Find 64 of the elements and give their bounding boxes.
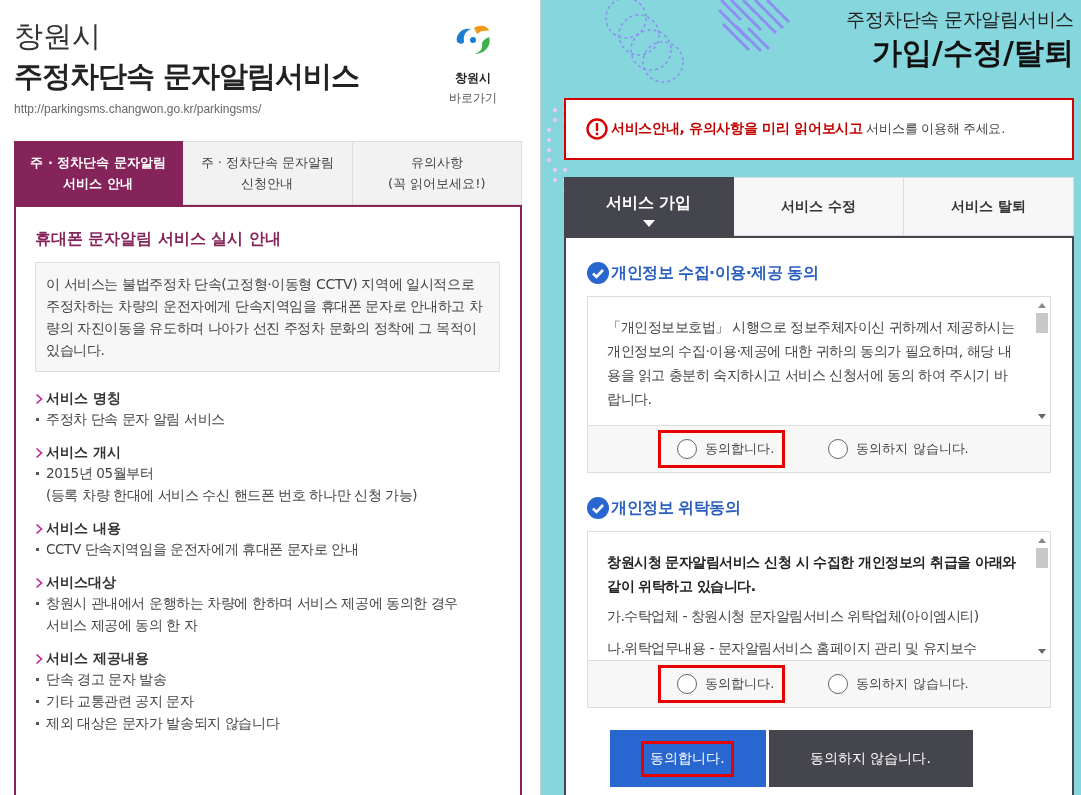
- radio-option[interactable]: 동의하지 않습니다.: [809, 665, 980, 703]
- bullet-icon: [36, 548, 39, 551]
- disagree-button[interactable]: 동의하지 않습니다.: [768, 730, 973, 787]
- list-item: 제외 대상은 문자가 발송되지 않습니다: [46, 714, 280, 733]
- city-logo-icon: [454, 24, 492, 56]
- chevron-icon: [35, 393, 43, 405]
- tab[interactable]: 서비스 가입: [564, 177, 734, 236]
- radio-option[interactable]: 동의하지 않습니다.: [809, 430, 980, 468]
- chevron-icon: [35, 577, 43, 589]
- check-circle-icon: [587, 262, 609, 284]
- list-item: 서비스 제공에 동의 한 자: [46, 616, 199, 635]
- section-title: 서비스 개시: [46, 444, 121, 462]
- tab[interactable]: 주 · 정차단속 문자알림 서비스 안내: [14, 141, 184, 205]
- section-title: 서비스 제공내용: [46, 650, 149, 668]
- city-homepage-link[interactable]: 창원시 바로가기: [438, 24, 508, 141]
- notice-text: 서비스안내, 유의사항을 미리 읽어보시고 서비스를 이용해 주세요.: [611, 120, 1005, 138]
- section-title: 서비스 내용: [46, 520, 121, 538]
- warning-icon: [586, 118, 608, 140]
- intro-text: 이 서비스는 불법주정차 단속(고정형·이동형 CCTV) 지역에 일시적으로 주정차하는 차량의 운전자에게 단속지역임을 휴대폰 문자로 안내하고 차량의 자진이동을 유도하며 나아가 선진 주정차 문화의 정착에 그 목적이 있습니다.: [35, 262, 500, 372]
- scroll-thumb[interactable]: [1036, 313, 1048, 333]
- chevron-icon: [35, 447, 43, 459]
- url-text: http://parkingsms.changwon.go.kr/parkingsms/: [14, 102, 263, 116]
- scroll-down-icon: [1038, 414, 1046, 419]
- radio-option[interactable]: 동의합니다.: [658, 665, 786, 703]
- terms-text: 가.수탁업체 - 창원시청 문자알림서비스 위탁업체(아이엠시티): [607, 607, 980, 626]
- page-subtitle: 주정차단속 문자알림서비스: [845, 8, 1074, 30]
- terms-text: 「개인정보보호법」 시행으로 정보주체자이신 귀하께서 제공하시는 개인정보의 수집·이용·제공에 대한 귀하의 동의가 필요하며, 해당 내용을 읽고 충분히 숙지하시고 서비스 신청서에 동의 하여 주시기 바랍니다.: [607, 318, 1016, 409]
- terms-text: 창원시청 문자알림서비스 신청 시 수집한 개인정보의 취급을 아래와 같이 위탁하고 있습니다.: [607, 553, 1016, 596]
- bullet-icon: [36, 722, 39, 725]
- chevron-icon: [35, 653, 43, 665]
- section-title: 서비스 명칭: [46, 390, 121, 408]
- tab[interactable]: 서비스 탈퇴: [904, 177, 1074, 236]
- scroll-up-icon: [1038, 303, 1046, 308]
- list-item: 기타 교통관련 공지 문자: [46, 692, 194, 711]
- scroll-down-icon: [1038, 649, 1046, 654]
- list-item: 주정차 단속 문자 알림 서비스: [46, 410, 225, 429]
- check-circle-icon: [587, 497, 609, 519]
- agree-button[interactable]: 동의합니다.: [609, 730, 766, 787]
- bullet-icon: [36, 602, 39, 605]
- page-title: 주정차단속 문자알림서비스: [14, 58, 360, 95]
- bullet-icon: [36, 418, 39, 421]
- page-title: 가입/수정/탈퇴: [871, 34, 1074, 72]
- tab[interactable]: 주 · 정차단속 문자알림 신청안내: [183, 141, 353, 205]
- terms-text: 나.위탁업무내용 - 문자알림서비스 홈페이지 관리 및 유지보수: [607, 639, 978, 658]
- caret-icon: [642, 219, 655, 227]
- list-item: (등록 차량 한대에 서비스 수신 핸드폰 번호 하나만 신청 가능): [46, 486, 418, 505]
- tab[interactable]: 서비스 수정: [734, 177, 904, 236]
- radio-option[interactable]: 동의합니다.: [658, 430, 786, 468]
- consent-title: 개인정보 수집·이용·제공 동의: [611, 262, 819, 284]
- list-item: 창원시 관내에서 운행하는 차량에 한하며 서비스 제공에 동의한 경우: [46, 594, 458, 613]
- list-item: CCTV 단속지역임을 운전자에게 휴대폰 문자로 안내: [46, 540, 359, 559]
- tab[interactable]: 유의사항 (꼭 읽어보세요!): [352, 141, 522, 205]
- scroll-up-icon: [1038, 538, 1046, 543]
- bullet-icon: [36, 700, 39, 703]
- city-name: 창원시: [14, 18, 102, 54]
- scroll-thumb[interactable]: [1036, 548, 1048, 568]
- bullet-icon: [36, 678, 39, 681]
- list-item: 2015년 05월부터: [46, 464, 155, 483]
- bullet-icon: [36, 472, 39, 475]
- section-title: 서비스대상: [46, 574, 116, 592]
- chevron-icon: [35, 523, 43, 535]
- consent-title: 개인정보 위탁동의: [611, 497, 741, 519]
- section-heading: 휴대폰 문자알림 서비스 실시 안내: [35, 229, 282, 250]
- list-item: 단속 경고 문자 발송: [46, 670, 167, 689]
